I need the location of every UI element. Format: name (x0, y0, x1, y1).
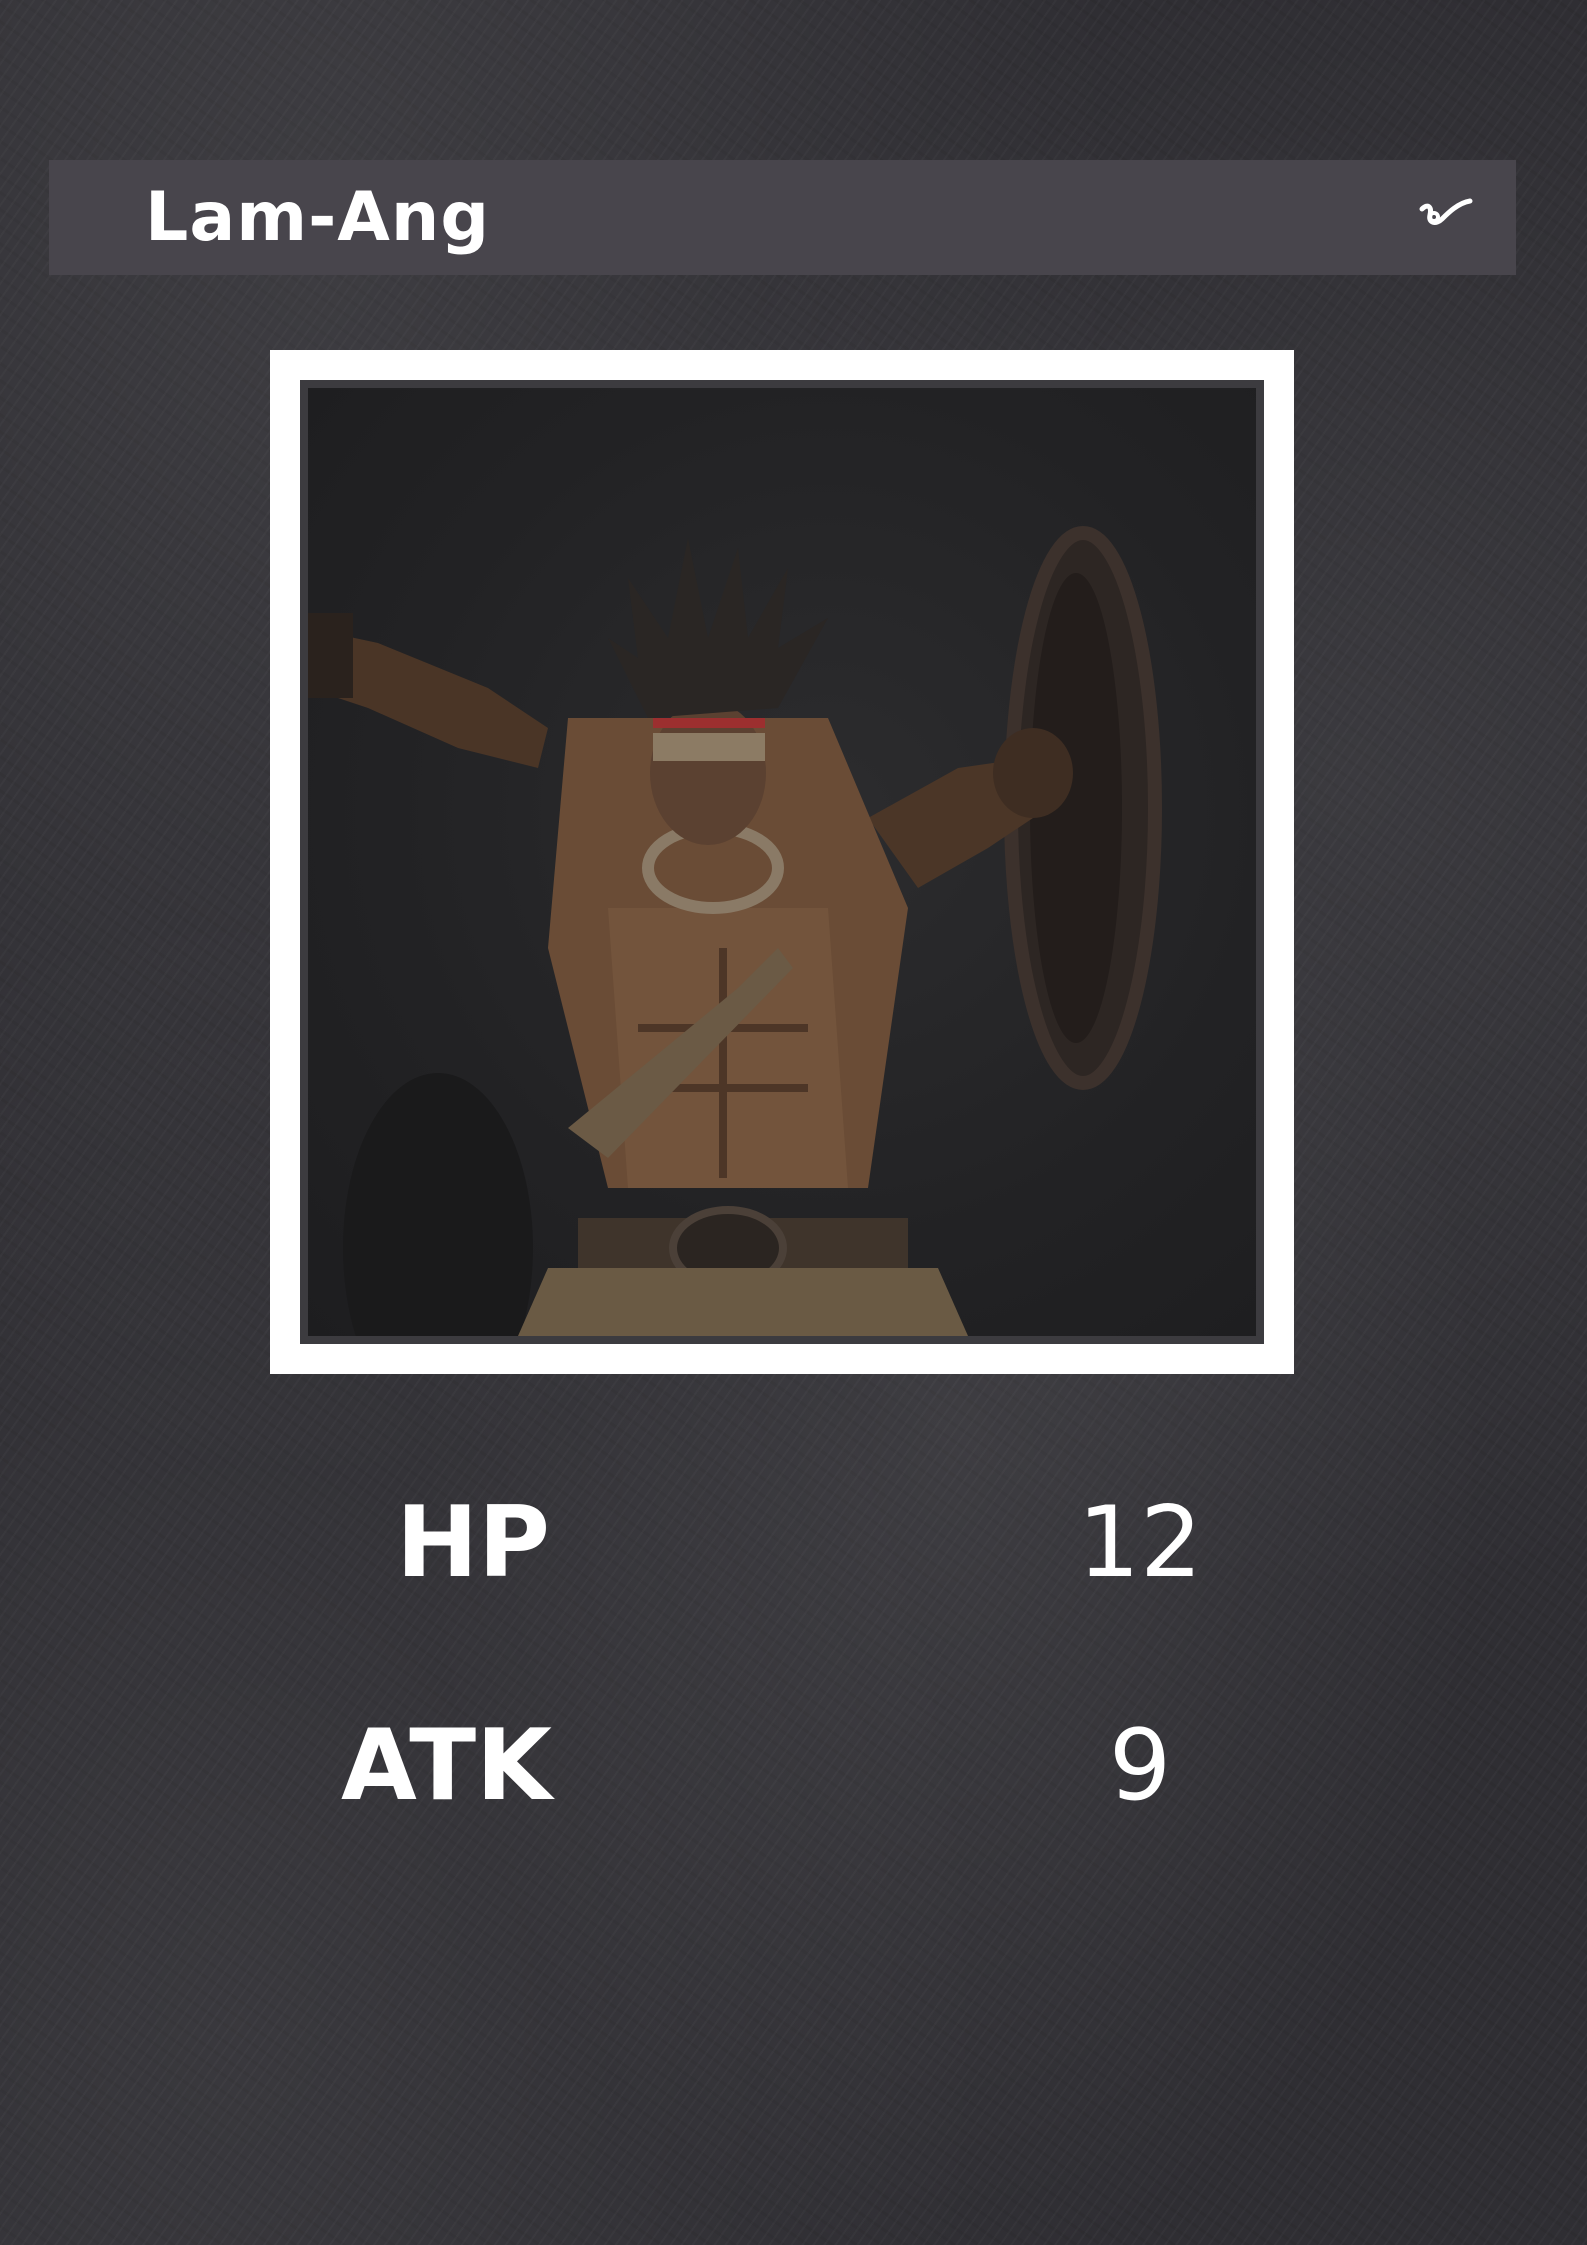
hp-label: HP (396, 1486, 550, 1600)
portrait-frame (270, 350, 1294, 1374)
atk-label: ATK (340, 1709, 552, 1823)
atk-value: 9 (1108, 1709, 1172, 1823)
portrait-border (300, 380, 1264, 1344)
card-name: Lam-Ang (145, 178, 491, 257)
warrior-portrait (308, 388, 1256, 1336)
hp-value: 12 (1077, 1486, 1203, 1600)
signature-flourish-icon (1419, 198, 1473, 225)
card-name-bar: Lam-Ang (49, 160, 1516, 275)
warrior-illustration (308, 526, 1162, 1336)
